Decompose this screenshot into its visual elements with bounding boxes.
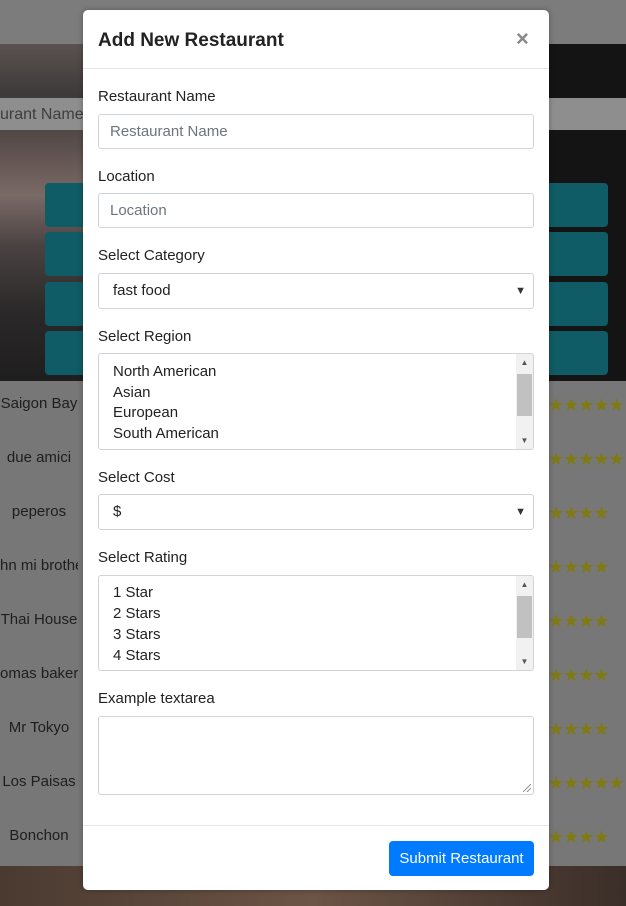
restaurant-name: Saigon Bay: [0, 395, 78, 412]
region-scrollbar[interactable]: ▲ ▼: [516, 354, 533, 449]
caret-down-icon: ▼: [515, 285, 526, 297]
scroll-down-icon[interactable]: ▼: [516, 653, 533, 670]
restaurant-name: Los Paisas: [2, 773, 76, 790]
location-input[interactable]: Location: [98, 193, 534, 228]
cost-select[interactable]: $ ▼: [98, 494, 534, 530]
category-selected-value: fast food: [113, 282, 171, 299]
restaurant-name-label: Restaurant Name: [98, 88, 216, 105]
textarea-label: Example textarea: [98, 690, 215, 707]
restaurant-name: Mr Tokyo: [8, 719, 70, 736]
cost-selected-value: $: [113, 503, 122, 520]
cost-label: Select Cost: [98, 469, 175, 486]
background-search-placeholder: urant Name: [0, 106, 84, 123]
region-option[interactable]: Asian: [113, 384, 151, 401]
star-rating: ★★★★★: [548, 395, 625, 415]
restaurant-name: due amici: [6, 449, 72, 466]
region-listbox[interactable]: North American Asian European South Amer…: [98, 353, 534, 450]
restaurant-name-input[interactable]: Restaurant Name: [98, 114, 534, 149]
rating-option[interactable]: 3 Stars: [113, 626, 161, 643]
rating-listbox[interactable]: 1 Star 2 Stars 3 Stars 4 Stars ▲ ▼: [98, 575, 534, 671]
category-select[interactable]: fast food ▼: [98, 273, 534, 309]
rating-label: Select Rating: [98, 549, 188, 566]
scroll-up-icon[interactable]: ▲: [516, 576, 533, 593]
submit-restaurant-button[interactable]: Submit Restaurant: [389, 841, 534, 876]
caret-down-icon: ▼: [515, 506, 526, 518]
modal-footer: Submit Restaurant: [83, 825, 549, 890]
modal-header: Add New Restaurant ×: [83, 10, 549, 69]
star-rating: ★★★★: [548, 611, 610, 631]
category-label: Select Category: [98, 247, 205, 264]
region-option[interactable]: South American: [113, 425, 219, 442]
add-restaurant-modal: Add New Restaurant × Restaurant Name Res…: [83, 10, 549, 890]
star-rating: ★★★★★: [548, 773, 625, 793]
restaurant-name: Thai House: [0, 611, 78, 628]
scrollbar-thumb[interactable]: [517, 596, 532, 638]
region-label: Select Region: [98, 328, 192, 345]
example-textarea[interactable]: [98, 716, 534, 795]
region-option[interactable]: European: [113, 404, 178, 421]
resize-grip-icon[interactable]: [523, 784, 531, 792]
restaurant-name: omas bakery: [0, 665, 78, 682]
scroll-up-icon[interactable]: ▲: [516, 354, 533, 371]
rating-scrollbar[interactable]: ▲ ▼: [516, 576, 533, 670]
star-rating: ★★★★: [548, 557, 610, 577]
scrollbar-thumb[interactable]: [517, 374, 532, 416]
star-rating: ★★★★★: [548, 449, 625, 469]
star-rating: ★★★★: [548, 719, 610, 739]
star-rating: ★★★★: [548, 827, 610, 847]
rating-option[interactable]: 2 Stars: [113, 605, 161, 622]
restaurant-name: hn mi brothe: [0, 557, 78, 574]
modal-title: Add New Restaurant: [98, 30, 284, 51]
region-option[interactable]: North American: [113, 363, 216, 380]
star-rating: ★★★★: [548, 665, 610, 685]
scroll-down-icon[interactable]: ▼: [516, 432, 533, 449]
restaurant-name: Bonchon: [9, 827, 69, 844]
close-icon[interactable]: ×: [516, 26, 529, 52]
star-rating: ★★★★: [548, 503, 610, 523]
rating-option[interactable]: 4 Stars: [113, 647, 161, 664]
location-label: Location: [98, 168, 155, 185]
rating-option[interactable]: 1 Star: [113, 584, 153, 601]
restaurant-name: peperos: [11, 503, 67, 520]
